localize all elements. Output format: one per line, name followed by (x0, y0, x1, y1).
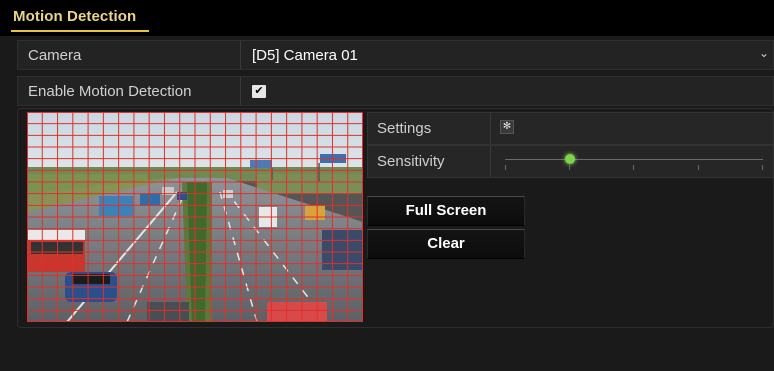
row-divider (490, 113, 491, 144)
slider-tick (698, 165, 699, 170)
clear-button[interactable]: Clear (367, 229, 525, 259)
slider-tick (569, 165, 570, 170)
active-tab-underline (11, 30, 149, 32)
camera-label: Camera (28, 47, 82, 64)
row-divider (240, 41, 241, 69)
sensitivity-row: Sensitivity (367, 145, 774, 178)
camera-preview[interactable] (27, 112, 363, 322)
enable-motion-label: Enable Motion Detection (28, 83, 192, 100)
slider-tick (762, 165, 763, 170)
full-screen-button[interactable]: Full Screen (367, 196, 525, 226)
chevron-down-icon[interactable]: ⌄ (759, 46, 769, 60)
row-divider (490, 146, 491, 177)
sensitivity-slider-handle[interactable] (564, 154, 575, 164)
camera-row: Camera [D5] Camera 01 ⌄ (17, 40, 774, 70)
settings-row: Settings ✻ (367, 112, 774, 145)
row-divider (240, 77, 241, 105)
enable-motion-row: Enable Motion Detection ✔ (17, 76, 774, 106)
slider-tick (633, 165, 634, 170)
tab-motion-detection[interactable]: Motion Detection (13, 8, 136, 25)
camera-select[interactable]: [D5] Camera 01 (252, 47, 358, 64)
slider-tick (505, 165, 506, 170)
sensitivity-slider[interactable] (505, 159, 763, 160)
settings-label: Settings (377, 120, 432, 137)
gear-icon[interactable]: ✻ (500, 120, 514, 134)
settings-table: Settings ✻ Sensitivity (367, 112, 774, 178)
motion-grid-overlay[interactable] (27, 112, 363, 322)
enable-motion-checkbox[interactable]: ✔ (252, 85, 266, 98)
title-bar: Motion Detection (0, 0, 774, 36)
sensitivity-label: Sensitivity (377, 153, 445, 170)
